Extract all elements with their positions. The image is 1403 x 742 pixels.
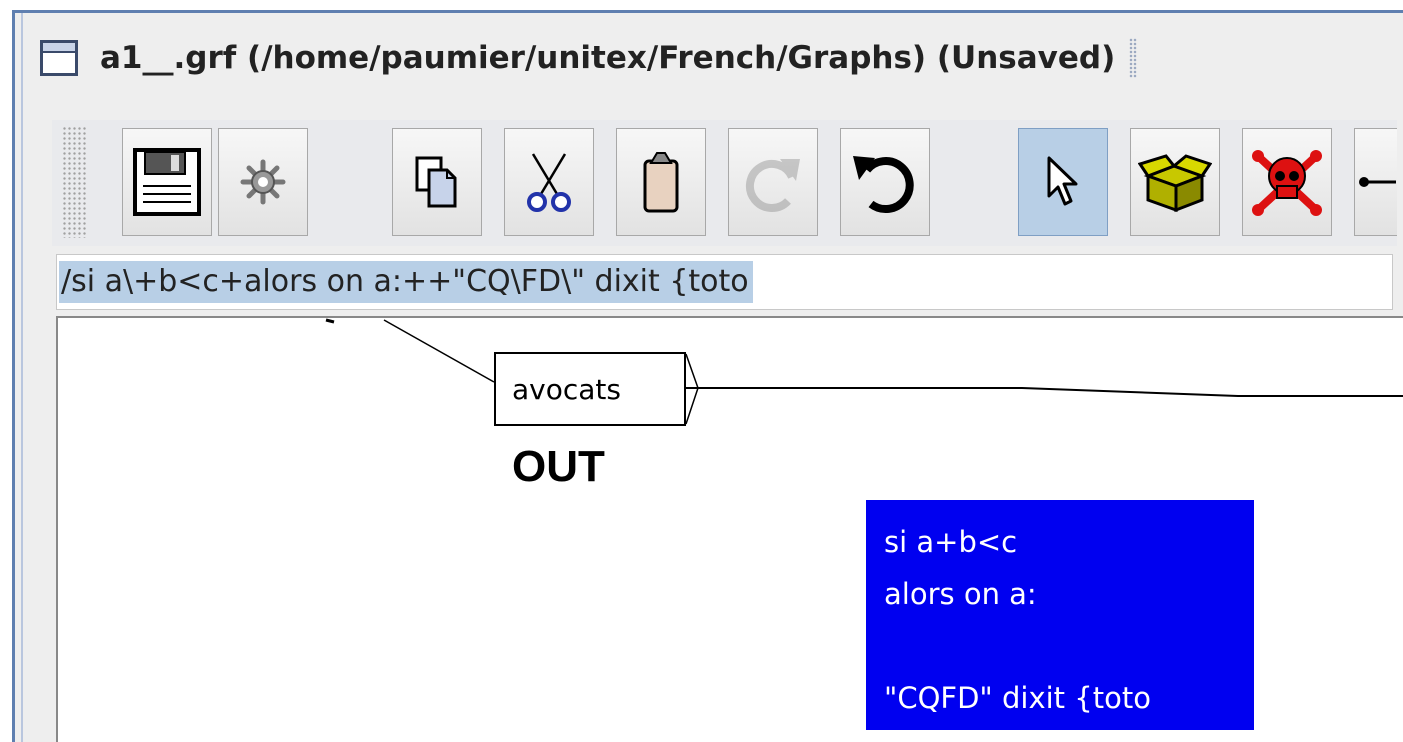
delete-button[interactable] xyxy=(1242,128,1332,236)
skull-crossbones-icon xyxy=(1252,150,1322,216)
comment-box[interactable]: si a+b<c alors on a: "CQFD" dixit {toto xyxy=(866,500,1254,730)
arrow-cursor-icon xyxy=(1047,156,1078,206)
normal-mode-button[interactable] xyxy=(1018,128,1108,236)
title-bar[interactable]: a1__.grf (/home/paumier/unitex/French/Gr… xyxy=(22,24,1392,92)
box-text-value: /si a\+b<c+alors on a:++"CQ\FD\" dixit {… xyxy=(59,261,753,303)
transition-stub xyxy=(325,318,335,324)
graph-toolbar xyxy=(52,120,1397,246)
graph-box-label: avocats xyxy=(512,372,621,406)
comment-line: alors on a: xyxy=(884,577,1037,611)
outgoing-transition xyxy=(686,387,1403,397)
redo-button[interactable] xyxy=(728,128,818,236)
window-icon[interactable] xyxy=(40,40,78,76)
gear-icon xyxy=(240,159,286,205)
redo-icon xyxy=(745,159,800,212)
toolbar-drag-handle[interactable] xyxy=(62,126,88,238)
box-icon xyxy=(1138,154,1212,213)
clipboard-icon xyxy=(643,152,679,213)
title-grip xyxy=(1129,38,1138,78)
incoming-transition xyxy=(383,319,495,383)
box-output-label: OUT xyxy=(512,442,605,491)
compile-button[interactable] xyxy=(218,128,308,236)
open-subgraph-button[interactable] xyxy=(1130,128,1220,236)
comment-line: si a+b<c xyxy=(884,525,1018,559)
comment-line xyxy=(884,620,1238,672)
graph-canvas[interactable]: avocats OUT si a+b<c alors on a: "CQFD" … xyxy=(56,316,1403,742)
undo-icon xyxy=(853,156,914,214)
save-button[interactable] xyxy=(122,128,212,236)
box-text-input[interactable]: /si a\+b<c+alors on a:++"CQ\FD\" dixit {… xyxy=(56,254,1393,310)
floppy-disk-icon xyxy=(133,148,201,216)
cut-button[interactable] xyxy=(504,128,594,236)
link-button[interactable] xyxy=(1354,128,1397,236)
copy-icon xyxy=(415,156,457,208)
scissors-icon xyxy=(527,153,571,212)
copy-button[interactable] xyxy=(392,128,482,236)
link-arrow-icon xyxy=(1359,177,1396,187)
paste-button[interactable] xyxy=(616,128,706,236)
frame-border xyxy=(21,13,23,742)
undo-button[interactable] xyxy=(840,128,930,236)
graph-box[interactable]: avocats xyxy=(494,352,686,426)
window-title: a1__.grf (/home/paumier/unitex/French/Gr… xyxy=(100,40,1116,76)
comment-line: "CQFD" dixit {toto xyxy=(884,681,1151,715)
